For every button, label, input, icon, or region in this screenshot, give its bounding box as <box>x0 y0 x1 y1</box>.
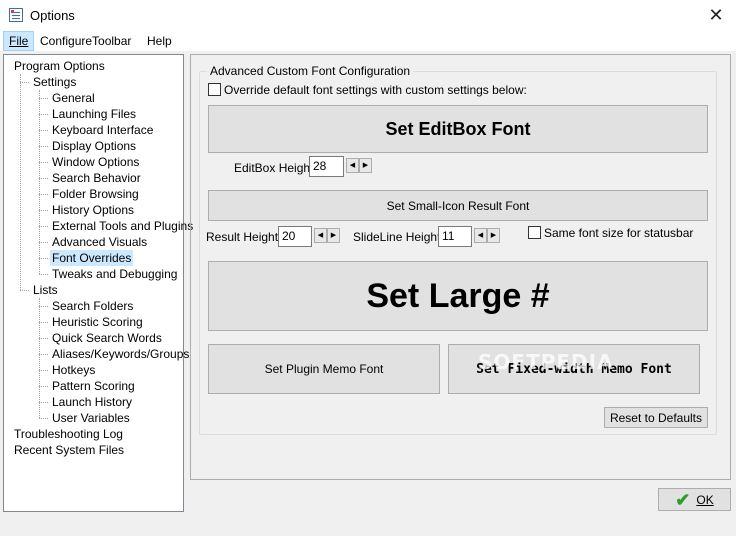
tree-connector <box>20 290 29 291</box>
tree-connector <box>39 418 48 419</box>
menu-configure-toolbar[interactable]: ConfigureToolbar <box>35 31 136 51</box>
override-checkbox[interactable] <box>208 83 221 96</box>
set-plugin-memo-font-button[interactable]: Set Plugin Memo Font <box>208 344 440 394</box>
title-bar: Options ✕ <box>0 0 736 31</box>
checkmark-icon: ✔ <box>675 489 691 510</box>
tree-connector <box>39 162 48 163</box>
tree-item[interactable]: External Tools and Plugins <box>50 218 195 234</box>
tree-item[interactable]: Quick Search Words <box>50 330 164 346</box>
result-height-spinner[interactable]: ◀ ▶ <box>314 228 340 243</box>
slideline-height-label: SlideLine Height: <box>353 230 444 244</box>
ok-button[interactable]: ✔ OK <box>658 488 731 511</box>
tree-connector <box>39 402 48 403</box>
editbox-height-field[interactable]: 28 <box>309 156 344 177</box>
tree-item[interactable]: Folder Browsing <box>50 186 141 202</box>
spin-left-icon[interactable]: ◀ <box>474 228 487 243</box>
set-small-icon-font-button[interactable]: Set Small-Icon Result Font <box>208 190 708 221</box>
tree-item[interactable]: Pattern Scoring <box>50 378 137 394</box>
tree-item[interactable]: Launching Files <box>50 106 138 122</box>
tree-connector <box>39 338 48 339</box>
tree-connector <box>39 274 48 275</box>
tree-item[interactable]: Font Overrides <box>50 250 134 266</box>
tree-item[interactable]: Heuristic Scoring <box>50 314 145 330</box>
tree-item[interactable]: History Options <box>50 202 136 218</box>
menu-bar: File ConfigureToolbar Help <box>0 31 736 51</box>
tree-item[interactable]: Settings <box>31 74 78 90</box>
menu-file[interactable]: File <box>3 31 35 51</box>
tree-item[interactable]: Display Options <box>50 138 138 154</box>
tree-connector <box>39 210 48 211</box>
tree-connector <box>39 130 48 131</box>
tree-item[interactable]: General <box>50 90 97 106</box>
softpedia-watermark: SOFTPEDIA <box>478 350 614 374</box>
tree-connector <box>20 74 21 290</box>
ok-label: OK <box>696 492 714 507</box>
tree-connector <box>39 98 48 99</box>
spin-left-icon[interactable]: ◀ <box>346 158 359 173</box>
options-app-icon <box>9 8 23 22</box>
set-large-font-button[interactable]: Set Large # <box>208 261 708 331</box>
tree-connector <box>39 306 48 307</box>
tree-item[interactable]: Window Options <box>50 154 141 170</box>
set-editbox-font-button[interactable]: Set EditBox Font <box>208 105 708 153</box>
window-title: Options <box>30 8 75 23</box>
tree-connector <box>39 354 48 355</box>
close-button[interactable]: ✕ <box>696 0 736 31</box>
tree-item[interactable]: Search Folders <box>50 298 135 314</box>
tree-item[interactable]: Lists <box>31 282 60 298</box>
tree-connector <box>39 258 48 259</box>
spin-left-icon[interactable]: ◀ <box>314 228 327 243</box>
tree-connector <box>39 194 48 195</box>
spin-right-icon[interactable]: ▶ <box>327 228 340 243</box>
tree-connector <box>39 226 48 227</box>
same-font-label: Same font size for statusbar <box>544 226 694 240</box>
slideline-height-spinner[interactable]: ◀ ▶ <box>474 228 500 243</box>
result-height-field[interactable]: 20 <box>278 226 312 247</box>
menu-help[interactable]: Help <box>142 31 177 51</box>
tree-connector <box>39 178 48 179</box>
tree-connector <box>39 146 48 147</box>
tree-item[interactable]: Search Behavior <box>50 170 143 186</box>
tree-connector <box>39 114 48 115</box>
tree-item[interactable]: Recent System Files <box>12 442 126 458</box>
tree-connector <box>39 298 40 418</box>
spin-right-icon[interactable]: ▶ <box>359 158 372 173</box>
tree-connector <box>39 90 40 274</box>
editbox-height-label: EditBox Height: <box>234 161 317 175</box>
tree-item[interactable]: Aliases/Keywords/Groups <box>50 346 191 362</box>
override-label: Override default font settings with cust… <box>224 83 527 97</box>
result-height-label: Result Height: <box>206 230 282 244</box>
tree-item[interactable]: User Variables <box>50 410 132 426</box>
tree-item[interactable]: Launch History <box>50 394 134 410</box>
tree-connector <box>39 370 48 371</box>
tree-item[interactable]: Advanced Visuals <box>50 234 149 250</box>
tree-item[interactable]: Troubleshooting Log <box>12 426 125 442</box>
same-font-checkbox[interactable] <box>528 226 541 239</box>
reset-defaults-button[interactable]: Reset to Defaults <box>604 407 708 428</box>
group-title: Advanced Custom Font Configuration <box>207 64 414 78</box>
editbox-height-spinner[interactable]: ◀ ▶ <box>346 158 372 173</box>
tree-connector <box>39 386 48 387</box>
spin-right-icon[interactable]: ▶ <box>487 228 500 243</box>
tree-item[interactable]: Hotkeys <box>50 362 97 378</box>
tree-item[interactable]: Keyboard Interface <box>50 122 155 138</box>
options-tree[interactable]: Program Options Settings General Launching … <box>3 54 193 512</box>
tree-item[interactable]: Tweaks and Debugging <box>50 266 179 282</box>
slideline-height-field[interactable]: 11 <box>438 226 472 247</box>
tree-item[interactable]: Program Options <box>12 58 107 74</box>
tree-connector <box>39 242 48 243</box>
tree-connector <box>39 322 48 323</box>
tree-connector <box>20 82 29 83</box>
